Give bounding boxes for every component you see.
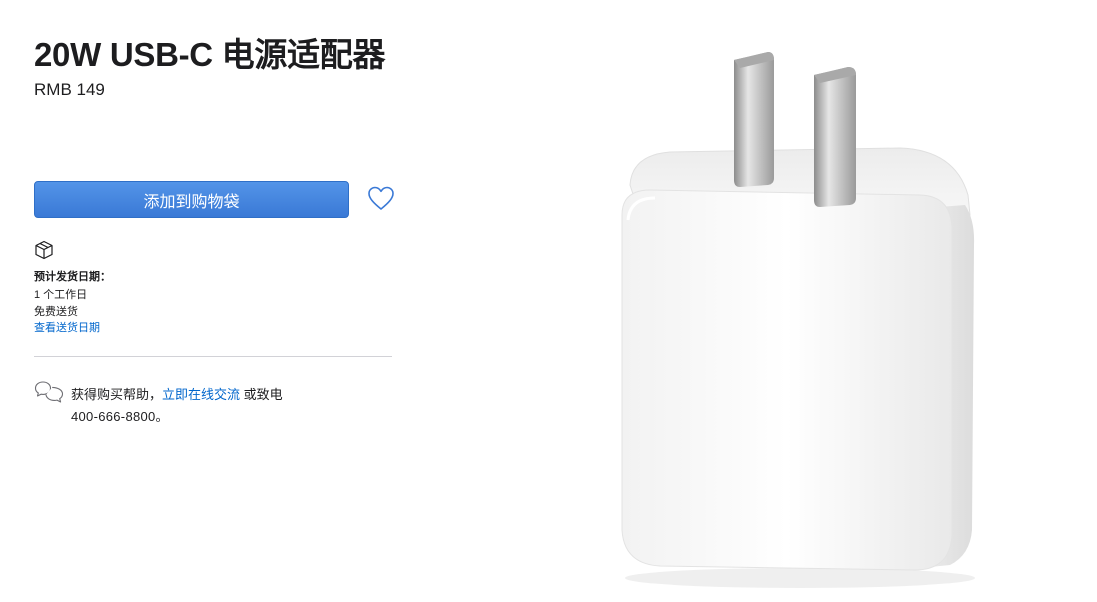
view-delivery-dates-link[interactable]: 查看送货日期	[34, 319, 100, 335]
product-image	[621, 52, 975, 588]
product-price: RMB 149	[34, 80, 105, 99]
chat-bubbles-icon	[34, 381, 64, 403]
help-phone-number: 400-666-8800。	[71, 409, 169, 424]
help-text: 获得购买帮助，立即在线交流 或致电	[71, 384, 283, 403]
help-prefix: 获得购买帮助，	[71, 387, 163, 402]
free-shipping-text: 免费送货	[34, 306, 78, 318]
product-title: 20W USB-C 电源适配器	[34, 36, 386, 73]
divider	[34, 356, 392, 357]
help-suffix: 或致电	[240, 387, 283, 402]
shipping-label: 预计发货日期：	[34, 271, 111, 283]
add-to-bag-button[interactable]: 添加到购物袋	[34, 181, 349, 218]
product-info-panel: 20W USB-C 电源适配器 RMB 149 添加到购物袋 预计发货日期： 1…	[34, 0, 414, 602]
box-icon	[35, 240, 53, 260]
heart-icon[interactable]	[367, 185, 395, 213]
chat-now-link[interactable]: 立即在线交流	[162, 387, 240, 402]
shipping-days: 1 个工作日	[34, 289, 88, 301]
